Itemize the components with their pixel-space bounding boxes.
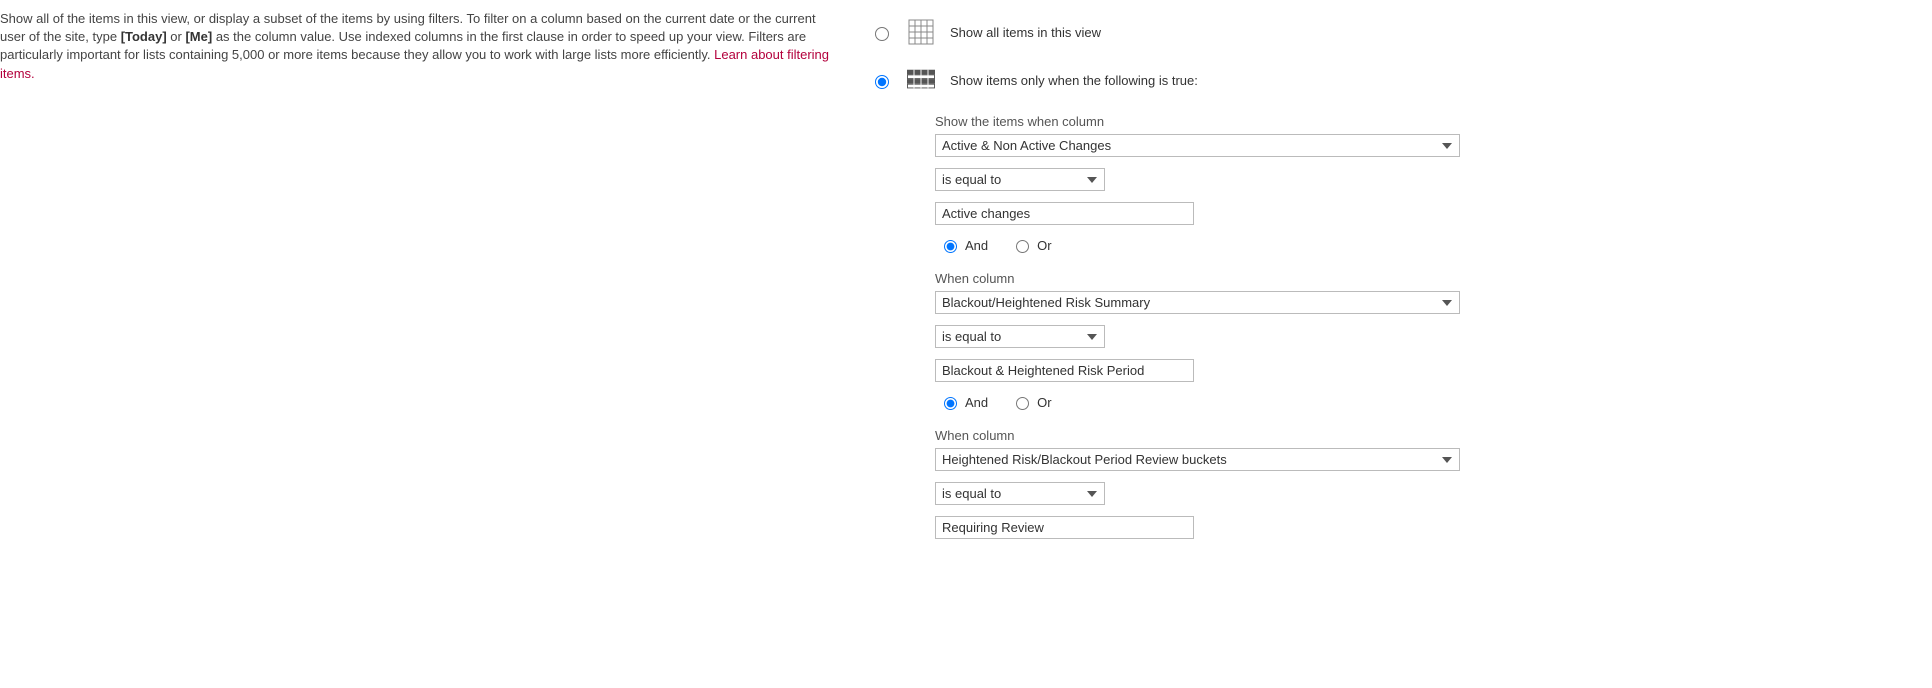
conjunction-group: And Or [939, 237, 1486, 253]
help-text-mid1: or [170, 29, 185, 44]
radio-show-filtered[interactable] [875, 75, 889, 89]
or-label: Or [1037, 395, 1051, 410]
column-select[interactable]: Heightened Risk/Blackout Period Review b… [935, 448, 1460, 471]
operator-select[interactable]: is equal to [935, 325, 1105, 348]
clause-intro: When column [935, 428, 1490, 443]
radio-show-all[interactable] [875, 27, 889, 41]
radio-or[interactable] [1016, 240, 1029, 253]
radio-and[interactable] [944, 397, 957, 410]
or-label: Or [1037, 238, 1051, 253]
value-input[interactable] [935, 202, 1194, 225]
filter-form: Show all items in this view Show items o… [870, 18, 1490, 557]
filtered-grid-icon [907, 66, 935, 94]
grid-icon [907, 18, 935, 46]
filter-clause: Show the items when column Active & Non … [935, 114, 1490, 253]
radio-or[interactable] [1016, 397, 1029, 410]
option-filtered-row: Show items only when the following is tr… [870, 66, 1490, 94]
help-token-today: [Today] [121, 29, 167, 44]
operator-select[interactable]: is equal to [935, 482, 1105, 505]
clause-intro: When column [935, 271, 1490, 286]
value-input[interactable] [935, 516, 1194, 539]
filter-clauses: Show the items when column Active & Non … [935, 114, 1490, 539]
conjunction-group: And Or [939, 394, 1486, 410]
operator-select[interactable]: is equal to [935, 168, 1105, 191]
radio-and[interactable] [944, 240, 957, 253]
option-show-all-row: Show all items in this view [870, 18, 1490, 46]
filter-clause: When column Heightened Risk/Blackout Per… [935, 428, 1490, 539]
filter-help-text: Show all of the items in this view, or d… [0, 10, 830, 83]
and-label: And [965, 238, 988, 253]
and-label: And [965, 395, 988, 410]
help-token-me: [Me] [185, 29, 212, 44]
show-all-label: Show all items in this view [950, 25, 1101, 40]
column-select[interactable]: Active & Non Active Changes [935, 134, 1460, 157]
value-input[interactable] [935, 359, 1194, 382]
clause-intro: Show the items when column [935, 114, 1490, 129]
show-filtered-label: Show items only when the following is tr… [950, 73, 1198, 88]
filter-clause: When column Blackout/Heightened Risk Sum… [935, 271, 1490, 410]
column-select[interactable]: Blackout/Heightened Risk Summary [935, 291, 1460, 314]
